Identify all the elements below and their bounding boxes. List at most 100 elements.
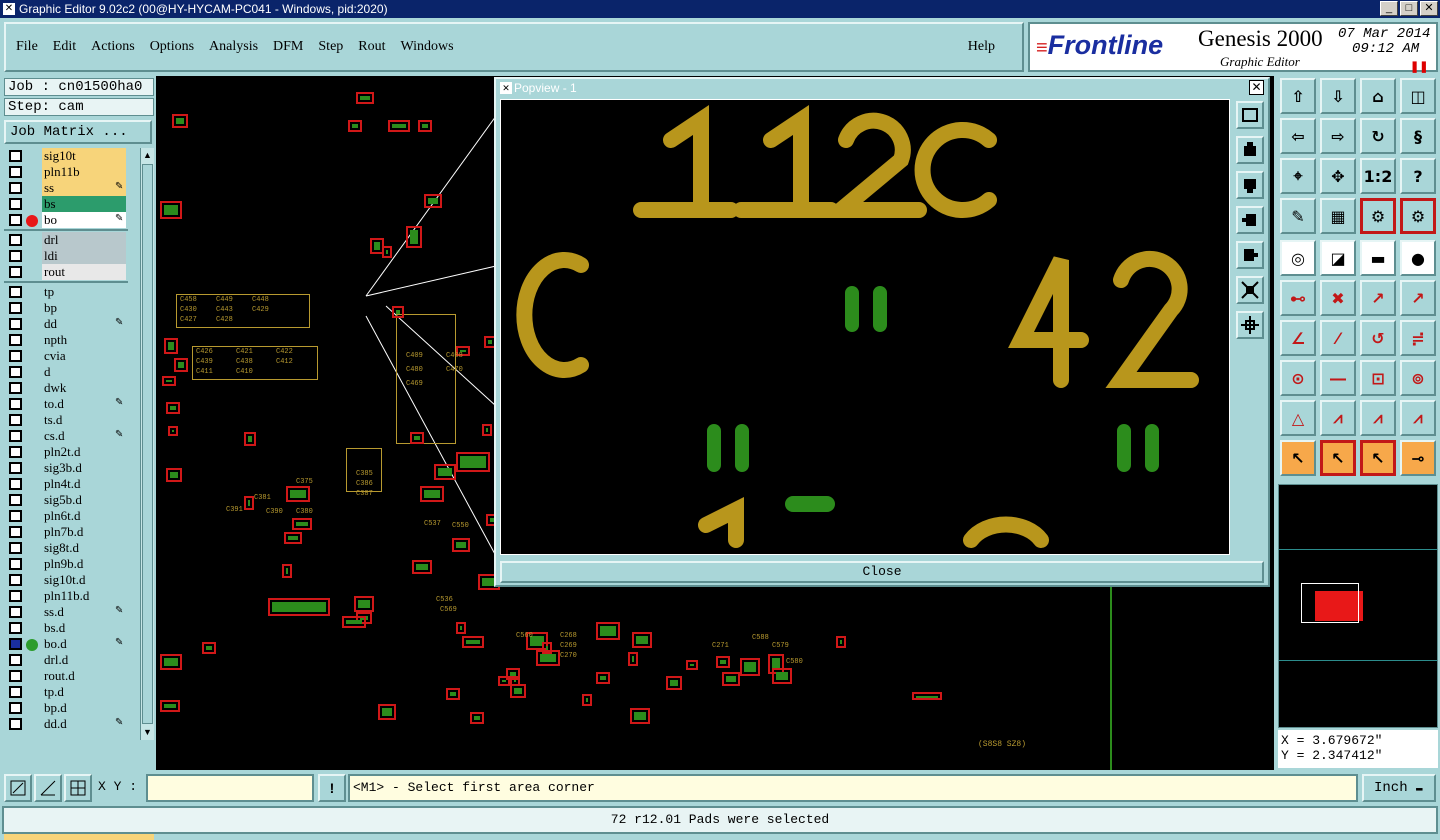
menu-rout[interactable]: Rout xyxy=(358,39,385,55)
connectivity-icon[interactable]: ⚙ xyxy=(1360,198,1396,234)
triangle-tool-icon[interactable]: △ xyxy=(1280,400,1316,436)
zoom-fit-icon[interactable] xyxy=(1236,101,1264,129)
layer-row[interactable]: sig8t.d xyxy=(4,540,140,556)
group-icon[interactable]: ⊚ xyxy=(1400,360,1436,396)
layer-checkbox[interactable] xyxy=(9,302,22,314)
layer-name[interactable]: dwk xyxy=(42,380,126,396)
layer-name[interactable]: cvia xyxy=(42,348,126,364)
menu-analysis[interactable]: Analysis xyxy=(209,39,258,55)
layer-name[interactable]: cs.d xyxy=(42,428,126,444)
layer-name[interactable]: pln2t.d xyxy=(42,444,126,460)
layer-row[interactable]: tp xyxy=(4,284,140,300)
menu-options[interactable]: Options xyxy=(150,39,194,55)
layer-row[interactable]: bs.d xyxy=(4,620,140,636)
layer-checkbox[interactable] xyxy=(9,398,22,410)
layer-checkbox[interactable] xyxy=(9,414,22,426)
layer-name[interactable]: bs xyxy=(42,196,126,212)
help-icon[interactable]: ? xyxy=(1400,158,1436,194)
zoom-1to1-icon[interactable]: 1:2 xyxy=(1360,158,1396,194)
layer-row[interactable]: rout xyxy=(4,264,140,280)
layer-row[interactable]: drl.d xyxy=(4,652,140,668)
layer-name[interactable]: bp.d xyxy=(42,700,126,716)
layer-scrollbar[interactable]: ▲ ▼ xyxy=(140,148,154,740)
layer-name[interactable]: pln4t.d xyxy=(42,476,126,492)
layer-name[interactable]: bo.d xyxy=(42,636,126,652)
layer-checkbox[interactable] xyxy=(9,686,22,698)
layer-name[interactable]: rout xyxy=(42,264,126,280)
layer-name[interactable]: sig5b.d xyxy=(42,492,126,508)
layer-row[interactable]: to.d ✎ xyxy=(4,396,140,412)
layer-checkbox[interactable] xyxy=(9,558,22,570)
arc-tool-icon[interactable]: ↺ xyxy=(1360,320,1396,356)
add-pad-icon[interactable]: ◎ xyxy=(1280,240,1316,276)
pan-right-icon[interactable]: ⇨ xyxy=(1320,118,1356,154)
layer-row[interactable]: rout.d xyxy=(4,668,140,684)
menu-file[interactable]: File xyxy=(16,39,38,55)
layer-name[interactable]: sig3b.d xyxy=(42,460,126,476)
layer-checkbox[interactable] xyxy=(9,318,22,330)
line-break-icon[interactable]: ― xyxy=(1320,360,1356,396)
layer-checkbox[interactable] xyxy=(9,606,22,618)
layer-row[interactable]: ss ✎ xyxy=(4,180,140,196)
layer-checkbox[interactable] xyxy=(9,510,22,522)
layer-name[interactable]: drl xyxy=(42,232,126,248)
layer-name[interactable]: pln6t.d xyxy=(42,508,126,524)
layer-row[interactable]: bs xyxy=(4,196,140,212)
layer-name[interactable]: sig8t.d xyxy=(42,540,126,556)
select-net-icon[interactable]: ⊸ xyxy=(1400,440,1436,476)
circle-pad-icon[interactable]: ● xyxy=(1400,240,1436,276)
layer-down-icon[interactable]: ⇩ xyxy=(1320,78,1356,114)
layer-row[interactable]: dd ✎ xyxy=(4,316,140,332)
layer-checkbox[interactable] xyxy=(9,182,22,194)
scroll-up-arrow-icon[interactable]: ▲ xyxy=(142,149,153,162)
center-icon[interactable] xyxy=(1236,311,1264,339)
layer-checkbox[interactable] xyxy=(9,718,22,730)
layer-checkbox[interactable] xyxy=(9,366,22,378)
layer-row[interactable]: bp.d xyxy=(4,700,140,716)
resize-pad-icon[interactable]: ⊙ xyxy=(1280,360,1316,396)
layer-checkbox[interactable] xyxy=(9,702,22,714)
layer-checkbox[interactable] xyxy=(9,446,22,458)
zoom-all-icon[interactable]: ⌖ xyxy=(1280,158,1316,194)
layer-checkbox[interactable] xyxy=(9,654,22,666)
layer-row[interactable]: pln2t.d xyxy=(4,444,140,460)
angle-tool-icon[interactable]: ∠ xyxy=(1280,320,1316,356)
layer-name[interactable]: ss xyxy=(42,180,126,196)
layer-row[interactable]: ldi xyxy=(4,248,140,264)
layer-name[interactable]: ts.d xyxy=(42,412,126,428)
pan-right-icon[interactable] xyxy=(1236,241,1264,269)
alert-icon[interactable]: ! xyxy=(318,774,346,802)
menu-step[interactable]: Step xyxy=(318,39,343,55)
layer-checkbox[interactable] xyxy=(9,234,22,246)
menu-edit[interactable]: Edit xyxy=(53,39,76,55)
close-window-button[interactable]: ✕ xyxy=(1420,1,1438,16)
layer-name[interactable]: sig10t.d xyxy=(42,572,126,588)
layer-checkbox[interactable] xyxy=(9,350,22,362)
layer-row[interactable]: npth xyxy=(4,332,140,348)
xy-input[interactable] xyxy=(146,774,314,802)
layer-checkbox[interactable] xyxy=(9,478,22,490)
layer-name[interactable]: npth xyxy=(42,332,126,348)
layer-name[interactable]: rout.d xyxy=(42,668,126,684)
maximize-button[interactable]: □ xyxy=(1400,1,1418,16)
layer-row[interactable]: sig5b.d xyxy=(4,492,140,508)
layer-checkbox[interactable] xyxy=(9,430,22,442)
layer-checkbox[interactable] xyxy=(9,526,22,538)
layer-checkbox[interactable] xyxy=(9,334,22,346)
layer-checkbox[interactable] xyxy=(9,574,22,586)
popview-close-icon[interactable]: ✕ xyxy=(1249,80,1264,95)
split-view-icon[interactable]: ◫ xyxy=(1400,78,1436,114)
layer-checkbox[interactable] xyxy=(9,150,22,162)
pan-left-icon[interactable]: ⇦ xyxy=(1280,118,1316,154)
layer-row[interactable]: pln11b xyxy=(4,164,140,180)
layer-checkbox[interactable] xyxy=(9,638,22,650)
snap-icon[interactable] xyxy=(4,774,32,802)
menu-actions[interactable]: Actions xyxy=(91,39,135,55)
layer-name[interactable]: pln11b xyxy=(42,164,126,180)
layer-row[interactable]: pln7b.d xyxy=(4,524,140,540)
layer-row[interactable]: drl xyxy=(4,232,140,248)
zoom-out-icon[interactable] xyxy=(1236,171,1264,199)
net-connect-icon[interactable]: ⊷ xyxy=(1280,280,1316,316)
move-feature-icon[interactable]: ↗ xyxy=(1360,280,1396,316)
layer-row[interactable]: pln4t.d xyxy=(4,476,140,492)
